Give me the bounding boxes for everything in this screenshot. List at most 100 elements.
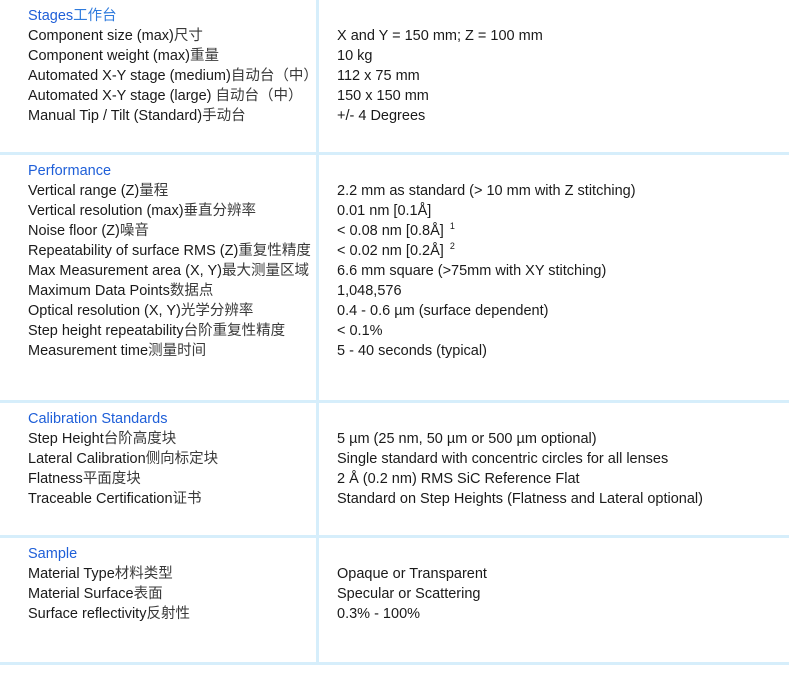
spec-label-cjk: 证书 [172, 491, 202, 507]
spec-label: Maximum Data Points数据点 [28, 281, 316, 301]
spec-section-performance: Performance Vertical range (Z)量程 Vertical … [0, 155, 789, 403]
spec-label: Step Height台阶高度块 [28, 429, 316, 449]
section-heading-en: Performance [28, 163, 112, 179]
spec-label-cjk: 反射性 [146, 606, 190, 622]
spec-label: Vertical resolution (max)垂直分辨率 [28, 201, 316, 221]
spec-value: 150 x 150 mm [337, 86, 789, 106]
spec-value: 5 - 40 seconds (typical) [337, 341, 789, 361]
value-heading-spacer [337, 161, 789, 181]
spec-label-en: Maximum Data Points [28, 283, 170, 299]
spec-value: 0.4 - 0.6 µm (surface dependent) [337, 301, 789, 321]
spec-label-cjk: 自动台（中） [215, 88, 303, 104]
spec-value-text: 5 - 40 seconds (typical) [337, 343, 487, 359]
spec-value-text: 0.3% - 100% [337, 606, 421, 622]
spec-label: Automated X-Y stage (medium)自动台（中） [28, 66, 318, 86]
spec-value-text: +/- 4 Degrees [337, 108, 426, 124]
spec-value: +/- 4 Degrees [337, 106, 789, 126]
spec-value: X and Y = 150 mm; Z = 100 mm [337, 26, 789, 46]
spec-value: < 0.08 nm [0.8Å] 1 [337, 221, 789, 241]
spec-label: Automated X-Y stage (large) 自动台（中） [28, 86, 316, 106]
spec-value-text: 5 µm (25 nm, 50 µm or 500 µm optional) [337, 431, 597, 447]
column-divider [316, 0, 319, 152]
column-divider [316, 403, 319, 535]
spec-label-en: Repeatability of surface RMS (Z) [28, 243, 239, 259]
spec-label-en: Surface reflectivity [28, 606, 147, 622]
section-heading-stages: Stages工作台 [28, 6, 316, 26]
spec-label: Noise floor (Z)噪音 [28, 221, 316, 241]
spec-value-text: 0.4 - 0.6 µm (surface dependent) [337, 303, 549, 319]
spec-label: Material Surface表面 [28, 584, 316, 604]
spec-label: Step height repeatability台阶重复性精度 [28, 321, 316, 341]
spec-label: Traceable Certification证书 [28, 489, 316, 509]
value-column: 5 µm (25 nm, 50 µm or 500 µm optional) Si… [316, 409, 789, 509]
spec-label: Optical resolution (X, Y)光学分辨率 [28, 301, 316, 321]
spec-label: Surface reflectivity反射性 [28, 604, 316, 624]
section-heading-en: Stages [28, 8, 74, 24]
spec-label: Max Measurement area (X, Y)最大测量区域 [28, 261, 316, 281]
spec-value-text: Standard on Step Heights (Flatness and L… [337, 491, 703, 507]
spec-section-sample: Sample Material Type材料类型 Material Surface表… [0, 538, 789, 665]
spec-label-en: Step Height [28, 431, 104, 447]
spec-label: Vertical range (Z)量程 [28, 181, 316, 201]
label-column: Calibration Standards Step Height台阶高度块 Lat… [0, 409, 316, 509]
footnote-marker: 2 [449, 241, 455, 252]
spec-value-text: 2.2 mm as standard (> 10 mm with Z stitc… [337, 183, 636, 199]
spec-label-en: Max Measurement area (X, Y) [28, 263, 222, 279]
spec-label-cjk: 台阶重复性精度 [183, 323, 286, 339]
spec-label-cjk: 数据点 [169, 283, 214, 299]
spec-value-text: 1,048,576 [337, 283, 402, 299]
spec-label-en: Component weight (max) [28, 48, 190, 64]
spec-section-stages: Stages工作台 Component size (max)尺寸 Component… [0, 0, 789, 155]
label-column: Performance Vertical range (Z)量程 Vertical … [0, 161, 316, 361]
spec-label-cjk: 自动台（中） [230, 68, 318, 84]
spec-label-cjk: 最大测量区域 [221, 263, 309, 279]
spec-label-en: Material Type [28, 566, 115, 582]
spec-label-cjk: 材料类型 [114, 566, 173, 582]
spec-label-en: Step height repeatability [28, 323, 184, 339]
footnote-marker: 1 [449, 221, 455, 232]
section-heading-en: Sample [28, 546, 78, 562]
spec-label-cjk: 量程 [139, 183, 169, 199]
spec-label-cjk: 重复性精度 [238, 243, 311, 259]
specifications-table: Stages工作台 Component size (max)尺寸 Component… [0, 0, 789, 665]
spec-label-cjk: 重量 [190, 48, 219, 64]
spec-value: Standard on Step Heights (Flatness and L… [337, 489, 789, 509]
section-content: Sample Material Type材料类型 Material Surface表… [0, 538, 789, 634]
section-heading-sample: Sample [28, 544, 316, 564]
label-column: Stages工作台 Component size (max)尺寸 Component… [0, 6, 318, 126]
spec-label-en: Optical resolution (X, Y) [28, 303, 181, 319]
value-column: Opaque or Transparent Specular or Scatter… [316, 544, 789, 624]
section-heading-cjk: 工作台 [73, 8, 117, 24]
spec-section-calibration-standards: Calibration Standards Step Height台阶高度块 Lat… [0, 403, 789, 538]
spec-value: 0.3% - 100% [337, 604, 789, 624]
spec-value-text: < 0.02 nm [0.2Å] [337, 243, 448, 259]
spec-value-text: 10 kg [337, 48, 373, 64]
spec-label-cjk: 手动台 [202, 108, 246, 124]
spec-value-text: 6.6 mm square (>75mm with XY stitching) [337, 263, 607, 279]
spec-label: Measurement time测量时间 [28, 341, 316, 361]
spec-label-cjk: 噪音 [119, 223, 149, 239]
spec-value-text: Specular or Scattering [337, 586, 481, 602]
spec-value: 1,048,576 [337, 281, 789, 301]
spec-label-cjk: 台阶高度块 [103, 431, 177, 447]
spec-label: Material Type材料类型 [28, 564, 316, 584]
section-content: Performance Vertical range (Z)量程 Vertical … [0, 155, 789, 371]
spec-label-en: Vertical resolution (max) [28, 203, 184, 219]
section-heading-performance: Performance [28, 161, 316, 181]
spec-label: Component size (max)尺寸 [28, 26, 316, 46]
spec-value-text: 2 Å (0.2 nm) RMS SiC Reference Flat [337, 471, 580, 487]
spec-label-en: Traceable Certification [28, 491, 173, 507]
spec-value: Specular or Scattering [337, 584, 789, 604]
spec-label-en: Flatness [28, 471, 83, 487]
spec-label-cjk: 垂直分辨率 [183, 203, 257, 219]
spec-value: 0.01 nm [0.1Å] [337, 201, 789, 221]
spec-label-cjk: 侧向标定块 [145, 451, 219, 467]
spec-label-cjk: 测量时间 [148, 343, 207, 359]
label-column: Sample Material Type材料类型 Material Surface表… [0, 544, 316, 624]
spec-value-text: X and Y = 150 mm; Z = 100 mm [337, 28, 543, 44]
spec-value: Single standard with concentric circles … [337, 449, 789, 469]
value-column: X and Y = 150 mm; Z = 100 mm 10 kg 112 x 7… [316, 6, 789, 126]
spec-label: Repeatability of surface RMS (Z)重复性精度 [28, 241, 316, 261]
spec-label: Component weight (max)重量 [28, 46, 316, 66]
spec-label-en: Material Surface [28, 586, 134, 602]
